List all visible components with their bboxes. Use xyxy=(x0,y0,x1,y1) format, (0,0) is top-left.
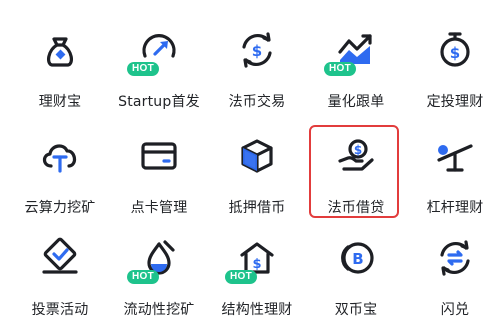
svg-text:$: $ xyxy=(252,42,262,60)
grid-item-label: Startup首发 xyxy=(118,94,200,110)
grid-item-label: 云算力挖矿 xyxy=(24,200,96,216)
grid-item-structured-product[interactable]: $ HOT 结构性理财 xyxy=(208,220,306,320)
grid-item-label: 双币宝 xyxy=(334,302,378,318)
grid-item-liquidity-mining[interactable]: HOT 流动性挖矿 xyxy=(110,220,208,320)
collateral-cube-icon xyxy=(237,136,277,176)
grid-item-startup[interactable]: HOT Startup首发 xyxy=(110,12,208,112)
grid-item-fiat-trade[interactable]: $ 法币交易 xyxy=(208,12,306,112)
grid-item-label: 结构性理财 xyxy=(221,302,293,318)
leverage-scale-icon xyxy=(435,136,475,176)
grid-item-flash-swap[interactable]: 闪兑 xyxy=(406,220,491,320)
grid-item-licaibao[interactable]: 理财宝 xyxy=(11,12,109,112)
grid-item-label: 定投理财 xyxy=(426,94,484,110)
svg-text:$: $ xyxy=(450,44,460,62)
swap-arrows-icon xyxy=(435,238,475,278)
grid-item-label: 杠杆理财 xyxy=(426,200,484,216)
grid-item-label: 法币交易 xyxy=(228,94,286,110)
feature-grid: 理财宝 HOT Startup首发 $ 法币交易 HOT 量化跟单 $ 定投理财… xyxy=(0,0,491,325)
grid-item-label: 抵押借币 xyxy=(228,200,286,216)
dual-coin-icon: B xyxy=(336,238,376,278)
cloud-mining-icon xyxy=(40,136,80,176)
money-bag-icon xyxy=(40,30,80,70)
hot-badge: HOT xyxy=(324,62,356,76)
grid-item-label: 闪兑 xyxy=(440,302,470,318)
hot-badge: HOT xyxy=(127,270,159,284)
grid-item-leverage[interactable]: 杠杆理财 xyxy=(406,118,491,218)
selected-item-highlight xyxy=(309,125,399,218)
svg-text:$: $ xyxy=(252,257,261,272)
grid-item-label: 点卡管理 xyxy=(130,200,188,216)
grid-item-label: 理财宝 xyxy=(38,94,82,110)
grid-item-auto-invest[interactable]: $ 定投理财 xyxy=(406,12,491,112)
svg-text:B: B xyxy=(352,250,363,268)
vote-ballot-icon xyxy=(40,237,80,278)
grid-item-point-card[interactable]: 点卡管理 xyxy=(110,118,208,218)
grid-item-dual-currency[interactable]: B 双币宝 xyxy=(307,220,405,320)
grid-item-cloud-mining[interactable]: 云算力挖矿 xyxy=(11,118,109,218)
grid-item-collateral-loan[interactable]: 抵押借币 xyxy=(208,118,306,218)
grid-item-quant-copy[interactable]: HOT 量化跟单 xyxy=(307,12,405,112)
hot-badge: HOT xyxy=(225,270,257,284)
hot-badge: HOT xyxy=(127,62,159,76)
currency-exchange-icon: $ xyxy=(237,30,277,70)
point-card-icon xyxy=(139,136,179,176)
grid-item-voting[interactable]: 投票活动 xyxy=(11,220,109,320)
grid-item-label: 流动性挖矿 xyxy=(123,302,195,318)
grid-item-label: 投票活动 xyxy=(31,302,89,318)
grid-item-label: 量化跟单 xyxy=(327,94,385,110)
stopwatch-coin-icon: $ xyxy=(435,30,475,70)
